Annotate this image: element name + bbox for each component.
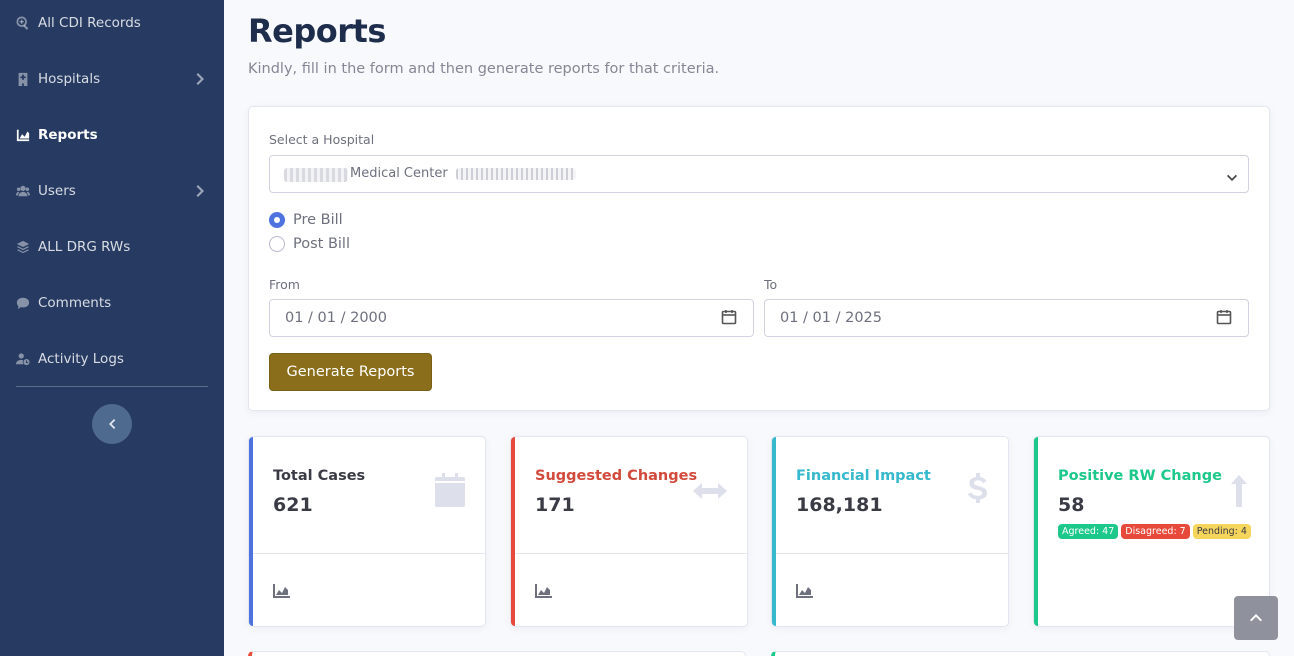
sidebar-item-label: All CDI Records [38,15,141,31]
chart-area-icon[interactable] [796,583,813,598]
from-date-value: 01 / 01 / 2000 [285,310,388,326]
card-divider [253,553,485,554]
redacted-text [456,168,576,180]
from-label: From [269,277,300,292]
stat-title: Total Cases [273,468,366,484]
search-plus-icon [16,16,30,30]
radio-pre-bill[interactable]: Pre Bill [269,210,343,230]
sidebar-item-reports[interactable]: Reports [0,115,224,155]
sidebar-divider [16,386,208,387]
user-clock-icon [16,352,30,366]
hospital-icon [16,72,30,86]
radio-post-bill-button[interactable] [269,236,285,252]
card-divider [515,553,747,554]
hospital-select-value: Medical Center [350,166,448,181]
sidebar-item-all-cdi-records[interactable]: All CDI Records [0,3,224,43]
disagreed-badge: Disagreed: 7 [1121,524,1190,539]
card-accent-bar [1034,437,1038,626]
arrows-h-icon [693,481,727,501]
hospital-label: Select a Hospital [269,132,375,147]
radio-pre-bill-button[interactable] [269,212,285,228]
stat-title: Financial Impact [796,468,931,484]
page-subtitle: Kindly, fill in the form and then genera… [248,61,720,77]
stat-value: 621 [273,494,313,516]
chevron-right-icon [196,72,206,86]
card-accent-bar [511,437,515,626]
chart-area-icon[interactable] [535,583,552,598]
sidebar-item-label: Hospitals [38,71,101,87]
sidebar-toggle-button[interactable] [92,404,132,444]
badge-group: Agreed: 47 Disagreed: 7 Pending: 4 [1058,524,1251,539]
to-date-input[interactable]: 01 / 01 / 2025 [764,299,1249,337]
sidebar-item-label: Users [38,183,76,199]
calendar-icon[interactable] [721,309,737,325]
sidebar-item-users[interactable]: Users [0,171,224,211]
sidebar-item-all-drg-rws[interactable]: ALL DRG RWs [0,227,224,267]
chart-area-icon [16,128,30,142]
to-date-value: 01 / 01 / 2025 [780,310,883,326]
sidebar-item-label: Comments [38,295,112,311]
generate-reports-button[interactable]: Generate Reports [269,353,432,391]
hospital-select[interactable]: Medical Center [269,155,1249,193]
to-label: To [764,277,778,292]
stat-value: 168,181 [796,494,883,516]
chevron-down-icon [1226,169,1238,181]
report-form-card: Select a Hospital Medical Center Pre Bil… [248,106,1270,411]
radio-pre-bill-label: Pre Bill [293,212,343,228]
pending-badge: Pending: 4 [1192,524,1251,539]
chevron-up-icon [1250,614,1262,622]
comment-icon [16,296,30,310]
sidebar-item-activity-logs[interactable]: Activity Logs [0,339,224,379]
redacted-text [284,168,348,182]
chevron-left-icon [109,419,116,429]
agreed-badge: Agreed: 47 [1058,524,1119,539]
next-card-partial [248,651,746,656]
layers-icon [16,240,30,254]
users-icon [16,184,30,198]
card-accent-bar [249,437,253,626]
radio-post-bill-label: Post Bill [293,236,350,252]
card-accent-bar [772,437,776,626]
chart-area-icon[interactable] [273,583,290,598]
sidebar-item-hospitals[interactable]: Hospitals [0,59,224,99]
stat-value: 171 [535,494,575,516]
radio-post-bill[interactable]: Post Bill [269,234,350,254]
next-card-partial [771,651,1270,656]
sidebar-item-comments[interactable]: Comments [0,283,224,323]
sidebar-item-label: Activity Logs [38,351,124,367]
chevron-right-icon [196,184,206,198]
stat-title: Positive RW Change [1058,468,1222,484]
arrow-up-icon [1231,475,1247,507]
from-date-input[interactable]: 01 / 01 / 2000 [269,299,754,337]
stat-title: Suggested Changes [535,468,698,484]
calendar-icon[interactable] [1216,309,1232,325]
sidebar-item-label: ALL DRG RWs [38,239,131,255]
stat-card-suggested-changes: Suggested Changes 171 [510,436,748,627]
sidebar: All CDI Records Hospitals Reports Users … [0,0,224,656]
stat-value: 58 [1058,494,1085,516]
stat-card-financial-impact: Financial Impact 168,181 [771,436,1009,627]
page-title: Reports [248,12,386,50]
dollar-icon [968,473,988,507]
card-divider [776,553,1008,554]
sidebar-item-label: Reports [38,127,98,143]
calendar-icon [435,473,465,507]
scroll-to-top-button[interactable] [1234,596,1278,640]
stat-card-total-cases: Total Cases 621 [248,436,486,627]
